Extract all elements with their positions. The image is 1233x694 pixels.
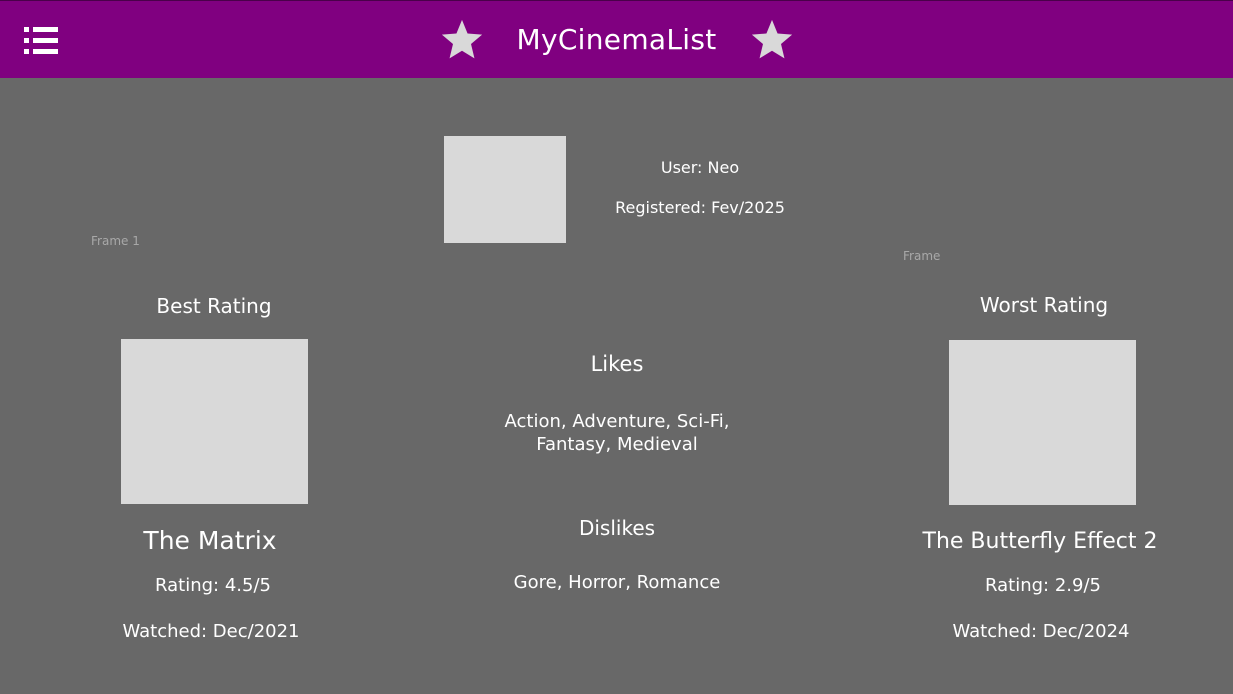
dislikes-heading: Dislikes [578, 516, 656, 540]
app-title: MyCinemaList [516, 23, 717, 56]
best-rating-heading: Best Rating [156, 294, 272, 318]
likes-heading: Likes [590, 352, 644, 376]
top-bar: MyCinemaList [0, 0, 1233, 78]
avatar [444, 136, 566, 243]
best-movie-poster[interactable] [121, 339, 308, 504]
worst-movie-rating: Rating: 2.9/5 [985, 575, 1101, 596]
frame-label-left: Frame 1 [91, 234, 140, 248]
best-movie-rating: Rating: 4.5/5 [155, 575, 271, 596]
likes-genres-line: Action, Adventure, Sci-Fi, [504, 411, 730, 432]
registered-date: Registered: Fev/2025 [615, 198, 785, 217]
worst-movie-poster[interactable] [949, 340, 1136, 505]
star-icon [751, 19, 793, 59]
likes-genres-line: Fantasy, Medieval [536, 434, 698, 455]
worst-rating-heading: Worst Rating [979, 293, 1109, 317]
best-movie-title[interactable]: The Matrix [60, 526, 360, 555]
app-page: MyCinemaList User: Neo Registered: Fev/2… [0, 0, 1233, 694]
likes-genres: Action, Adventure, Sci-Fi, Fantasy, Medi… [467, 410, 767, 456]
best-movie-watched: Watched: Dec/2021 [122, 621, 300, 642]
worst-movie-watched: Watched: Dec/2024 [952, 621, 1130, 642]
worst-movie-title[interactable]: The Butterfly Effect 2 [890, 529, 1190, 554]
user-name: User: Neo [660, 158, 740, 177]
dislikes-genres: Gore, Horror, Romance [513, 572, 721, 593]
frame-label-right: Frame [903, 249, 941, 263]
